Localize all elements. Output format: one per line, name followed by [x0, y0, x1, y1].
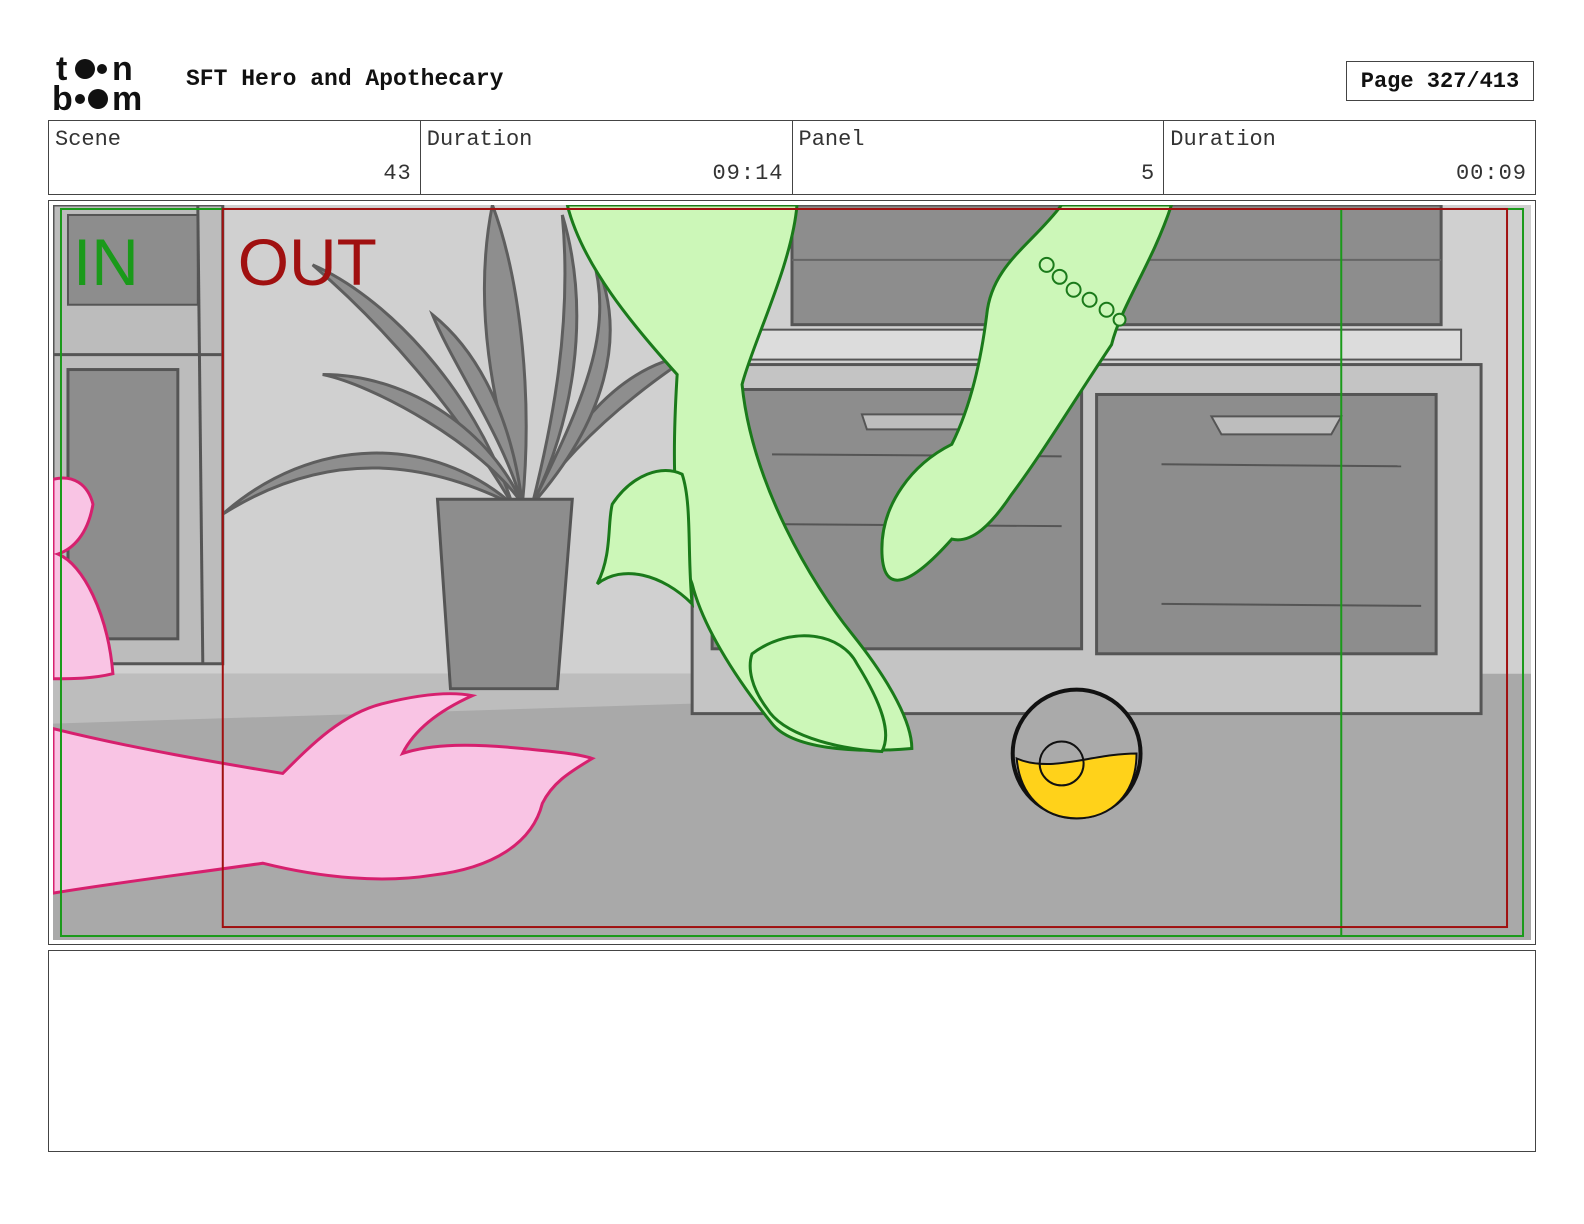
out-label: OUT [238, 225, 377, 299]
potion-bottle [1010, 687, 1143, 820]
panel-value: 5 [1141, 161, 1156, 186]
panel-duration-label: Duration [1170, 127, 1276, 152]
scene-duration-label: Duration [426, 127, 533, 152]
svg-text:b: b [52, 80, 73, 114]
storyboard-panel: IN OUT [48, 200, 1536, 945]
scene-duration-cell: Duration 09:14 [421, 121, 793, 194]
page-number: Page 327/413 [1346, 61, 1534, 101]
scene-cell: Scene 43 [49, 121, 421, 194]
panel-cell: Panel 5 [793, 121, 1165, 194]
panel-duration-cell: Duration 00:09 [1164, 121, 1535, 194]
panel-label: Panel [798, 127, 865, 152]
in-label: IN [73, 225, 139, 299]
svg-text:m: m [112, 80, 142, 114]
plant-pot [435, 497, 574, 691]
document-title: SFT Hero and Apothecary [186, 66, 504, 92]
scene-label: Scene [55, 127, 122, 152]
scene-duration-value: 09:14 [712, 161, 784, 186]
panel-duration-value: 00:09 [1455, 161, 1527, 186]
panel-notes-box[interactable] [48, 950, 1536, 1152]
scene-value: 43 [383, 161, 412, 186]
toon-boom-logo: t n b m [52, 50, 142, 114]
panel-sketch: IN OUT [53, 205, 1531, 940]
scene-info-row: Scene 43 Duration 09:14 Panel 5 Duration… [48, 120, 1536, 195]
